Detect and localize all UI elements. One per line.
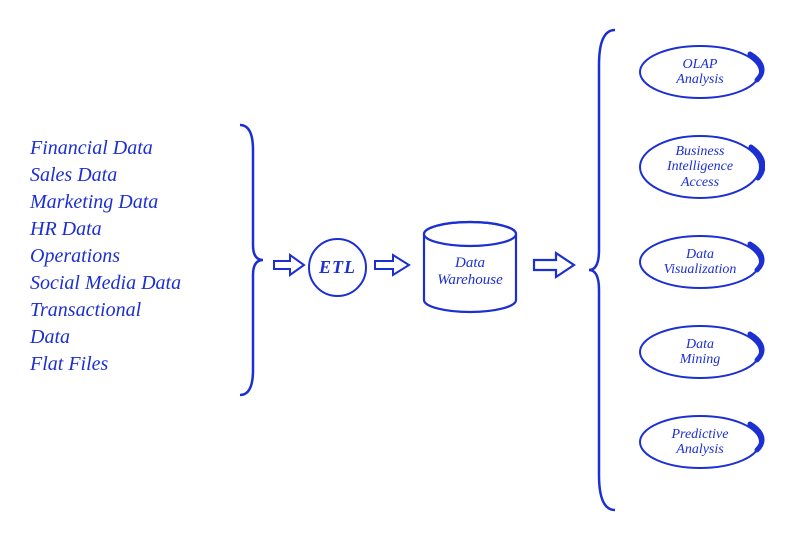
outputs-column: OLAPAnalysis BusinessIntelligenceAccess … xyxy=(620,42,780,472)
output-node-bi: BusinessIntelligenceAccess xyxy=(635,132,765,202)
arrow-icon xyxy=(532,250,576,280)
source-item: Social Media Data xyxy=(30,270,240,297)
output-node-viz: DataVisualization xyxy=(635,232,765,292)
warehouse-label-line: Warehouse xyxy=(437,272,503,288)
output-node-olap: OLAPAnalysis xyxy=(635,42,765,102)
output-label: PredictiveAnalysis xyxy=(671,427,728,458)
diagram-canvas: Financial Data Sales Data Marketing Data… xyxy=(0,0,800,534)
warehouse-label: Data Warehouse xyxy=(420,255,520,290)
bracket-right-icon xyxy=(585,25,620,515)
source-item: Sales Data xyxy=(30,162,240,189)
source-item: Data xyxy=(30,324,240,351)
arrow-icon xyxy=(373,252,411,278)
source-item: HR Data xyxy=(30,216,240,243)
source-item: Marketing Data xyxy=(30,189,240,216)
output-node-predictive: PredictiveAnalysis xyxy=(635,412,765,472)
data-sources-list: Financial Data Sales Data Marketing Data… xyxy=(30,135,240,378)
warehouse-label-line: Data xyxy=(455,255,485,271)
etl-node: ETL xyxy=(308,238,367,297)
source-item: Transactional xyxy=(30,297,240,324)
etl-label: ETL xyxy=(319,257,356,278)
output-label: DataVisualization xyxy=(664,247,737,278)
output-node-mining: DataMining xyxy=(635,322,765,382)
source-item: Flat Files xyxy=(30,351,240,378)
source-item: Operations xyxy=(30,243,240,270)
source-item: Financial Data xyxy=(30,135,240,162)
arrow-icon xyxy=(272,252,306,278)
output-label: DataMining xyxy=(680,337,720,368)
output-label: BusinessIntelligenceAccess xyxy=(667,144,733,190)
output-label: OLAPAnalysis xyxy=(676,57,723,88)
